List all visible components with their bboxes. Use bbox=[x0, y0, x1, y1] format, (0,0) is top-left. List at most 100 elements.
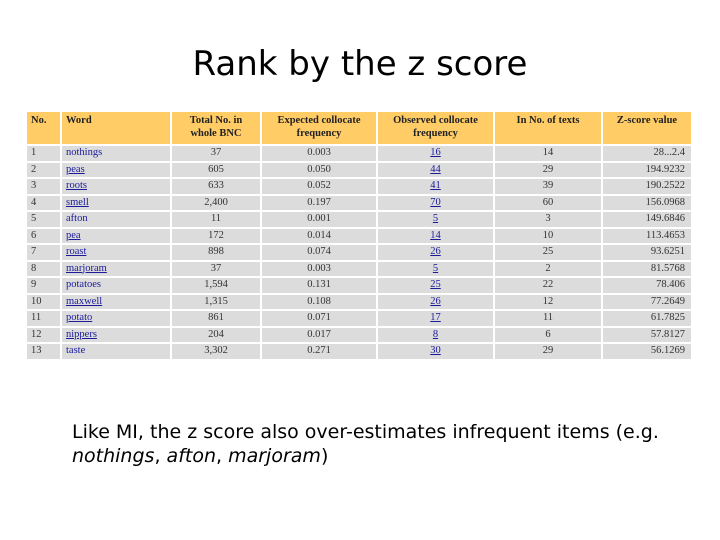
cell-texts: 11 bbox=[495, 311, 601, 326]
header-total: Total No. in whole BNC bbox=[172, 112, 260, 144]
cell-word[interactable]: peas bbox=[62, 162, 170, 177]
word-link[interactable]: taste bbox=[66, 345, 85, 356]
cell-zscore: 149.6846 bbox=[603, 212, 691, 227]
word-link[interactable]: nippers bbox=[66, 329, 97, 340]
slide-caption: Like MI, the z score also over-estimates… bbox=[72, 420, 692, 468]
cell-word[interactable]: nippers bbox=[62, 327, 170, 342]
cell-expected: 0.131 bbox=[262, 278, 376, 293]
observed-link[interactable]: 44 bbox=[430, 164, 441, 175]
cell-observed[interactable]: 30 bbox=[378, 344, 493, 359]
cell-texts: 60 bbox=[495, 195, 601, 210]
cell-observed[interactable]: 70 bbox=[378, 195, 493, 210]
observed-link[interactable]: 70 bbox=[430, 197, 441, 208]
table-row: 13 taste 3,302 0.271 30 29 56.1269 bbox=[27, 344, 691, 359]
word-link[interactable]: nothings bbox=[66, 147, 102, 158]
word-link[interactable]: roots bbox=[66, 180, 87, 191]
cell-texts: 14 bbox=[495, 146, 601, 161]
cell-zscore: 57.8127 bbox=[603, 327, 691, 342]
cell-no: 7 bbox=[27, 245, 60, 260]
cell-observed[interactable]: 25 bbox=[378, 278, 493, 293]
observed-link[interactable]: 26 bbox=[430, 246, 441, 257]
cell-observed[interactable]: 26 bbox=[378, 294, 493, 309]
observed-link[interactable]: 5 bbox=[433, 213, 438, 224]
cell-word[interactable]: pea bbox=[62, 228, 170, 243]
cell-observed[interactable]: 5 bbox=[378, 212, 493, 227]
header-zscore: Z-score value bbox=[603, 112, 691, 144]
cell-no: 13 bbox=[27, 344, 60, 359]
cell-zscore: 93.6251 bbox=[603, 245, 691, 260]
cell-expected: 0.071 bbox=[262, 311, 376, 326]
observed-link[interactable]: 26 bbox=[430, 296, 441, 307]
observed-link[interactable]: 16 bbox=[430, 147, 441, 158]
word-link[interactable]: marjoram bbox=[66, 263, 107, 274]
observed-link[interactable]: 14 bbox=[430, 230, 441, 241]
observed-link[interactable]: 25 bbox=[430, 279, 441, 290]
cell-observed[interactable]: 16 bbox=[378, 146, 493, 161]
cell-observed[interactable]: 26 bbox=[378, 245, 493, 260]
caption-example: marjoram bbox=[228, 445, 321, 467]
cell-word[interactable]: nothings bbox=[62, 146, 170, 161]
cell-observed[interactable]: 44 bbox=[378, 162, 493, 177]
cell-expected: 0.001 bbox=[262, 212, 376, 227]
cell-texts: 25 bbox=[495, 245, 601, 260]
table-row: 1 nothings 37 0.003 16 14 28...2.4 bbox=[27, 146, 691, 161]
caption-prefix: Like MI, the z score also over-estimates… bbox=[72, 421, 659, 443]
cell-texts: 29 bbox=[495, 344, 601, 359]
cell-no: 11 bbox=[27, 311, 60, 326]
word-link[interactable]: pea bbox=[66, 230, 81, 241]
table-row: 4 smell 2,400 0.197 70 60 156.0968 bbox=[27, 195, 691, 210]
word-link[interactable]: potatoes bbox=[66, 279, 101, 290]
word-link[interactable]: maxwell bbox=[66, 296, 102, 307]
caption-suffix: ) bbox=[320, 445, 329, 467]
cell-zscore: 156.0968 bbox=[603, 195, 691, 210]
cell-total: 172 bbox=[172, 228, 260, 243]
word-link[interactable]: peas bbox=[66, 164, 85, 175]
cell-word[interactable]: taste bbox=[62, 344, 170, 359]
table-row: 11 potato 861 0.071 17 11 61.7825 bbox=[27, 311, 691, 326]
cell-word[interactable]: afton bbox=[62, 212, 170, 227]
cell-total: 37 bbox=[172, 261, 260, 276]
observed-link[interactable]: 30 bbox=[430, 345, 441, 356]
observed-link[interactable]: 8 bbox=[433, 329, 438, 340]
cell-word[interactable]: marjoram bbox=[62, 261, 170, 276]
cell-zscore: 61.7825 bbox=[603, 311, 691, 326]
cell-no: 12 bbox=[27, 327, 60, 342]
cell-expected: 0.050 bbox=[262, 162, 376, 177]
word-link[interactable]: roast bbox=[66, 246, 86, 257]
cell-observed[interactable]: 17 bbox=[378, 311, 493, 326]
table-row: 10 maxwell 1,315 0.108 26 12 77.2649 bbox=[27, 294, 691, 309]
cell-observed[interactable]: 41 bbox=[378, 179, 493, 194]
table-row: 2 peas 605 0.050 44 29 194.9232 bbox=[27, 162, 691, 177]
table-header-row: No. Word Total No. in whole BNC Expected… bbox=[27, 112, 691, 144]
cell-word[interactable]: potato bbox=[62, 311, 170, 326]
observed-link[interactable]: 5 bbox=[433, 263, 438, 274]
table-row: 8 marjoram 37 0.003 5 2 81.5768 bbox=[27, 261, 691, 276]
cell-word[interactable]: smell bbox=[62, 195, 170, 210]
caption-sep: , bbox=[154, 445, 167, 467]
cell-word[interactable]: roots bbox=[62, 179, 170, 194]
word-link[interactable]: afton bbox=[66, 213, 88, 224]
word-link[interactable]: smell bbox=[66, 197, 89, 208]
observed-link[interactable]: 17 bbox=[430, 312, 441, 323]
word-link[interactable]: potato bbox=[66, 312, 92, 323]
cell-observed[interactable]: 5 bbox=[378, 261, 493, 276]
table-row: 12 nippers 204 0.017 8 6 57.8127 bbox=[27, 327, 691, 342]
cell-expected: 0.074 bbox=[262, 245, 376, 260]
cell-zscore: 113.4653 bbox=[603, 228, 691, 243]
cell-texts: 22 bbox=[495, 278, 601, 293]
cell-expected: 0.014 bbox=[262, 228, 376, 243]
cell-total: 2,400 bbox=[172, 195, 260, 210]
cell-no: 5 bbox=[27, 212, 60, 227]
cell-no: 6 bbox=[27, 228, 60, 243]
cell-observed[interactable]: 14 bbox=[378, 228, 493, 243]
cell-observed[interactable]: 8 bbox=[378, 327, 493, 342]
observed-link[interactable]: 41 bbox=[430, 180, 441, 191]
cell-word[interactable]: potatoes bbox=[62, 278, 170, 293]
cell-texts: 39 bbox=[495, 179, 601, 194]
table-row: 7 roast 898 0.074 26 25 93.6251 bbox=[27, 245, 691, 260]
header-texts: In No. of texts bbox=[495, 112, 601, 144]
cell-word[interactable]: roast bbox=[62, 245, 170, 260]
cell-zscore: 28...2.4 bbox=[603, 146, 691, 161]
cell-word[interactable]: maxwell bbox=[62, 294, 170, 309]
cell-total: 861 bbox=[172, 311, 260, 326]
